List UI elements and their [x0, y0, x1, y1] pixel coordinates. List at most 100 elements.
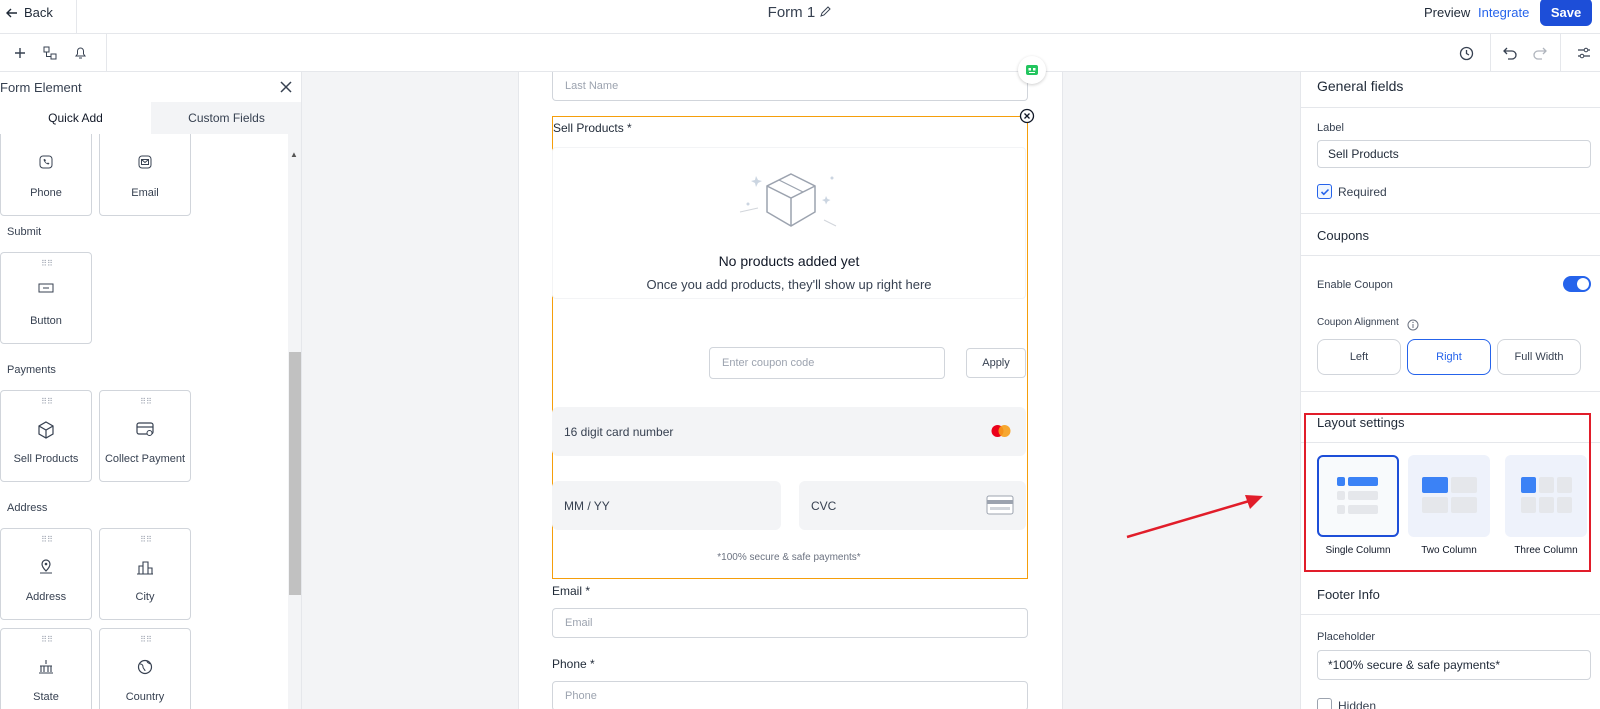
- plus-icon[interactable]: [10, 43, 30, 63]
- divider: [1301, 614, 1600, 615]
- globe-icon: [100, 659, 190, 675]
- settings-sliders-icon[interactable]: [1574, 43, 1594, 63]
- history-icon[interactable]: [1456, 43, 1476, 63]
- secure-payments-note: *100% secure & safe payments*: [717, 552, 861, 563]
- card-back-icon: [986, 495, 1014, 520]
- general-fields-heading: General fields: [1317, 78, 1404, 94]
- annotation-highlight-box: [1304, 413, 1591, 572]
- drag-handle-icon[interactable]: ⠿⠿: [138, 536, 154, 546]
- form-title-text: Form 1: [767, 4, 816, 21]
- expiry-field[interactable]: MM / YY: [552, 481, 781, 530]
- top-bar: Back Form 1 Preview Integrate Save: [0, 0, 1600, 34]
- element-card-collect-payment[interactable]: ⠿⠿ Collect Payment: [99, 390, 191, 482]
- check-icon: [1320, 188, 1329, 195]
- close-icon[interactable]: [280, 80, 292, 98]
- form-title[interactable]: Form 1: [0, 4, 1600, 21]
- pencil-icon[interactable]: [819, 5, 832, 18]
- footer-placeholder-input[interactable]: *100% secure & safe payments*: [1317, 650, 1591, 680]
- card-label: Sell Products: [13, 453, 79, 465]
- label-input[interactable]: Sell Products: [1317, 140, 1591, 168]
- element-card-address[interactable]: ⠿⠿ Address: [0, 528, 92, 620]
- bell-icon[interactable]: [70, 43, 90, 63]
- drag-handle-icon[interactable]: ⠿⠿: [138, 398, 154, 408]
- enable-coupon-toggle[interactable]: [1563, 276, 1591, 292]
- alignment-full-width-button[interactable]: Full Width: [1497, 339, 1581, 375]
- assistant-bot-icon[interactable]: [1018, 56, 1046, 84]
- card-label: Phone: [30, 187, 62, 199]
- empty-products-title: No products added yet: [718, 253, 860, 269]
- scrollbar-thumb[interactable]: [289, 352, 301, 595]
- toolbar: [0, 34, 1600, 72]
- card-label: Country: [125, 691, 165, 703]
- drag-handle-icon[interactable]: ⠿⠿: [39, 260, 55, 270]
- section-address: Address: [7, 502, 48, 514]
- element-card-city[interactable]: ⠿⠿ City: [99, 528, 191, 620]
- buildings-icon: [100, 559, 190, 575]
- remove-element-icon[interactable]: [1019, 108, 1035, 124]
- layers-icon[interactable]: [40, 43, 60, 63]
- divider: [1560, 34, 1561, 72]
- map-pin-icon: [1, 559, 91, 575]
- label-caption: Label: [1317, 122, 1344, 134]
- card-label: Email: [131, 187, 159, 199]
- phone-label: Phone *: [552, 657, 595, 671]
- empty-products-subtitle: Once you add products, they'll show up r…: [646, 277, 932, 292]
- hidden-checkbox[interactable]: [1317, 698, 1332, 709]
- drag-handle-icon[interactable]: ⠿⠿: [39, 536, 55, 546]
- box-icon: [1, 421, 91, 439]
- element-card-sell-products[interactable]: ⠿⠿ Sell Products: [0, 390, 92, 482]
- email-icon: [100, 155, 190, 169]
- drag-handle-icon[interactable]: ⠿⠿: [39, 398, 55, 408]
- scroll-up-icon[interactable]: ▲: [290, 150, 298, 159]
- drag-handle-icon[interactable]: ⠿⠿: [39, 636, 55, 646]
- card-label: Collect Payment: [104, 453, 186, 465]
- undo-icon[interactable]: [1500, 43, 1520, 63]
- phone-input[interactable]: Phone: [552, 681, 1028, 709]
- card-number-field[interactable]: 16 digit card number: [552, 407, 1026, 456]
- alignment-right-button[interactable]: Right: [1407, 339, 1491, 375]
- phone-icon: [1, 155, 91, 169]
- coupon-code-input[interactable]: Enter coupon code: [709, 347, 945, 379]
- element-card-button[interactable]: ⠿⠿ Button: [0, 252, 92, 344]
- required-checkbox[interactable]: [1317, 184, 1332, 199]
- mastercard-icon: [990, 424, 1012, 443]
- email-label: Email *: [552, 584, 591, 598]
- apply-coupon-button[interactable]: Apply: [966, 348, 1026, 378]
- placeholder-caption: Placeholder: [1317, 631, 1376, 643]
- empty-box-illustration-icon: [736, 168, 846, 239]
- alignment-left-button[interactable]: Left: [1317, 339, 1401, 375]
- element-card-country[interactable]: ⠿⠿ Country: [99, 628, 191, 709]
- footer-info-heading: Footer Info: [1317, 587, 1380, 602]
- element-card-phone[interactable]: Phone: [0, 134, 92, 216]
- panel-tabs: Quick Add Custom Fields: [0, 102, 301, 134]
- redo-icon[interactable]: [1530, 43, 1550, 63]
- card-label: Button: [30, 315, 62, 327]
- last-name-input[interactable]: Last Name: [552, 72, 1028, 101]
- info-icon[interactable]: [1407, 318, 1419, 336]
- tab-quick-add[interactable]: Quick Add: [0, 102, 151, 134]
- panel-title: Form Element: [0, 80, 82, 95]
- save-button[interactable]: Save: [1540, 0, 1592, 26]
- expiry-placeholder: MM / YY: [564, 498, 610, 513]
- divider: [1301, 213, 1600, 214]
- properties-panel: General fields Label Sell Products Requi…: [1300, 72, 1600, 709]
- drag-handle-icon[interactable]: ⠿⠿: [138, 636, 154, 646]
- card-label: City: [135, 591, 155, 603]
- tab-custom-fields[interactable]: Custom Fields: [151, 102, 301, 134]
- divider: [106, 34, 107, 72]
- element-card-email[interactable]: Email: [99, 134, 191, 216]
- divider: [1301, 107, 1600, 108]
- element-card-state[interactable]: ⠿⠿ State: [0, 628, 92, 709]
- section-payments: Payments: [7, 364, 56, 376]
- annotation-arrow-icon: [1126, 495, 1263, 539]
- integrate-link[interactable]: Integrate: [1478, 5, 1529, 20]
- preview-link[interactable]: Preview: [1424, 5, 1470, 20]
- button-icon: [1, 283, 91, 293]
- hidden-label: Hidden: [1338, 699, 1377, 709]
- cvc-placeholder: CVC: [811, 498, 837, 513]
- card-label: State: [33, 691, 59, 703]
- card-label: Address: [25, 591, 67, 603]
- divider: [1301, 255, 1600, 256]
- divider: [1301, 391, 1600, 392]
- email-input[interactable]: Email: [552, 608, 1028, 638]
